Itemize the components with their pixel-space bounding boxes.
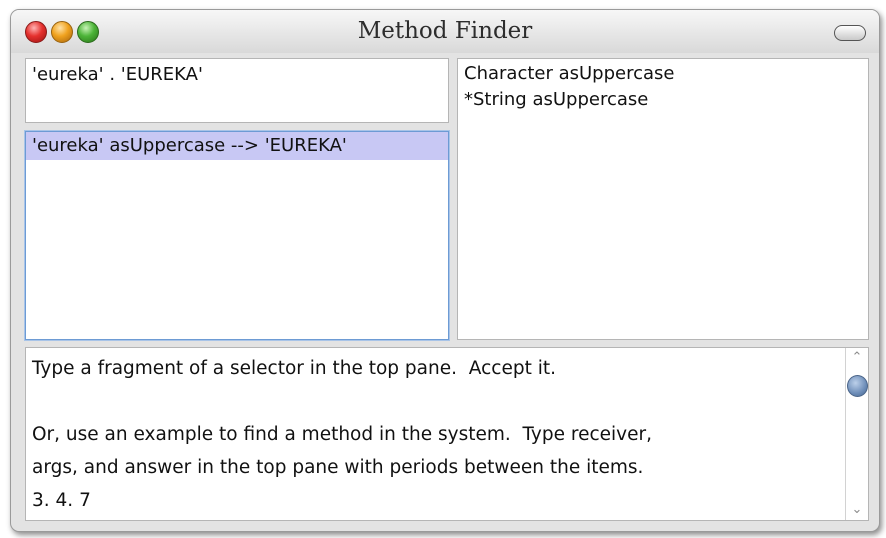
collapse-icon[interactable] [834,25,866,41]
help-line: Or, use an example to find a method in t… [32,424,652,445]
help-line: 3. 4. 7 [32,490,91,511]
selector-input-text[interactable]: 'eureka' . 'EUREKA' [26,59,448,91]
chevron-down-icon[interactable]: ⌄ [846,503,868,517]
method-finder-window: Method Finder 'eureka' . 'EUREKA' 'eurek… [10,9,880,532]
results-list-item[interactable]: *String asUppercase [458,87,868,113]
title-bar[interactable]: Method Finder [11,10,879,53]
help-text-body[interactable]: Type a fragment of a selector in the top… [26,348,868,520]
results-list-pane[interactable]: Character asUppercase *String asUppercas… [457,58,869,340]
help-line: args, and answer in the top pane with pe… [32,457,644,478]
help-line: Type a fragment of a selector in the top… [32,358,556,379]
help-line [32,385,862,418]
selector-input-pane[interactable]: 'eureka' . 'EUREKA' [25,58,449,123]
help-text-pane[interactable]: Type a fragment of a selector in the top… [25,347,869,521]
window-title: Method Finder [357,18,533,44]
examples-list-item-selected[interactable]: 'eureka' asUppercase --> 'EUREKA' [26,132,448,160]
chevron-up-icon[interactable]: ⌃ [846,351,868,365]
scrollbar-thumb[interactable] [847,375,868,397]
help-scrollbar[interactable]: ⌃ ⌄ [845,348,868,520]
results-list-item[interactable]: Character asUppercase [458,61,868,87]
examples-list-pane[interactable]: 'eureka' asUppercase --> 'EUREKA' [25,131,449,340]
